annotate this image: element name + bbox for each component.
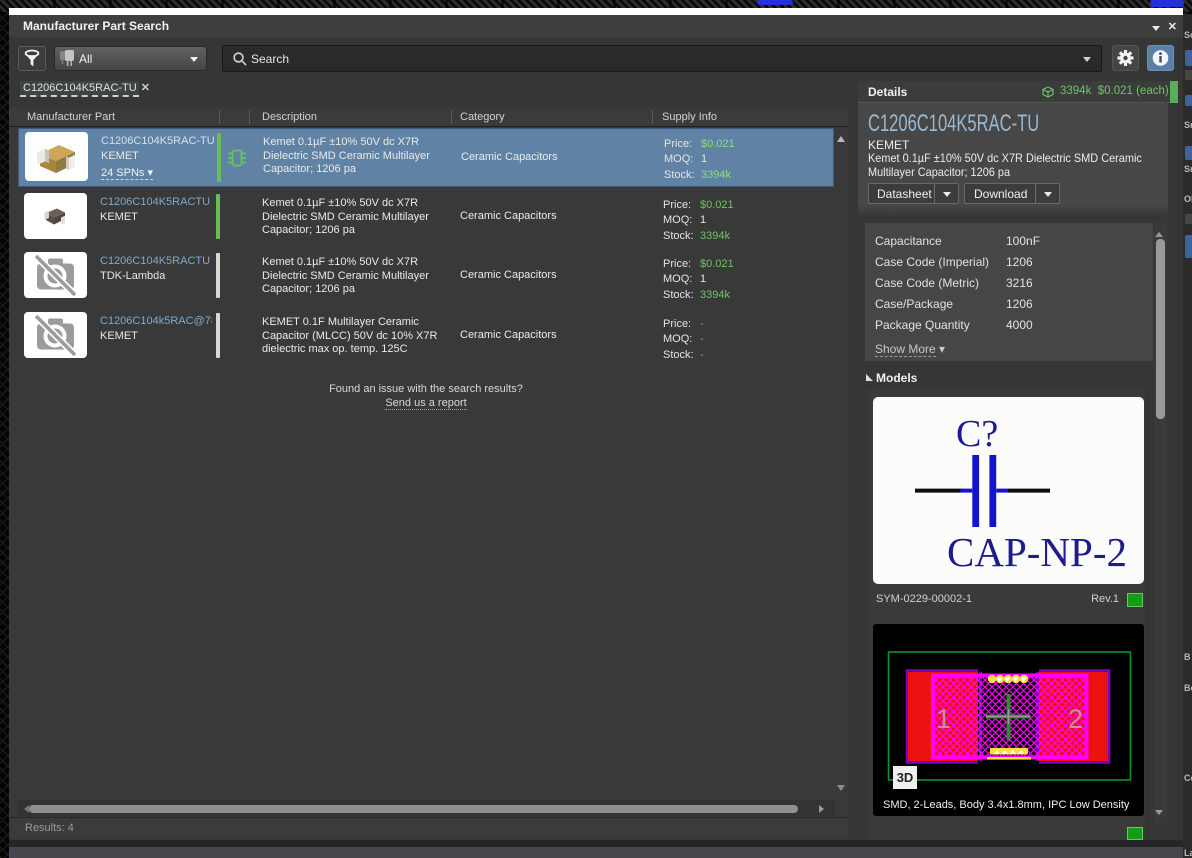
svg-text:CAP-NP-2: CAP-NP-2 bbox=[947, 529, 1127, 575]
svg-text:2: 2 bbox=[1068, 704, 1083, 734]
svg-text:C?: C? bbox=[956, 413, 998, 455]
svg-text:1: 1 bbox=[936, 704, 951, 734]
